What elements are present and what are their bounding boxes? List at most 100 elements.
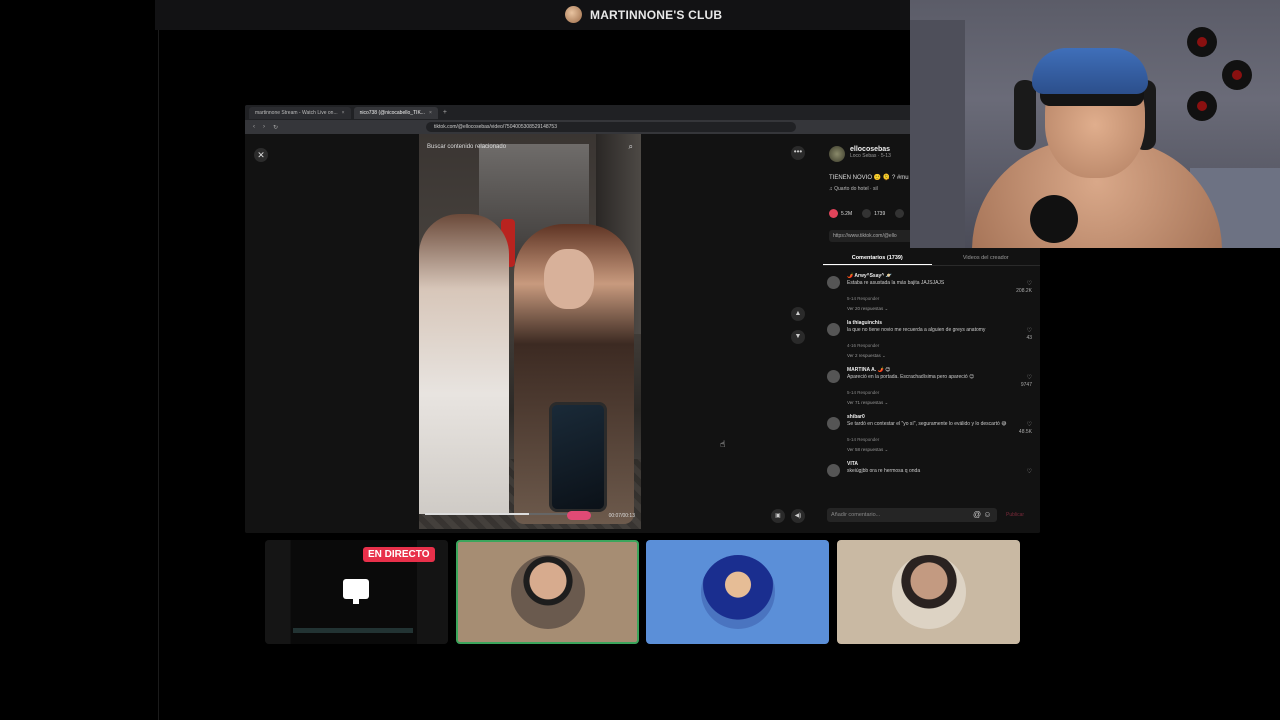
comment-text: skeiúgjbb ora re hermosa q onda (847, 468, 921, 474)
url-field[interactable]: tiktok.com/@ellocosebas/video/7504005308… (426, 122, 797, 132)
participant-tile[interactable] (646, 540, 829, 644)
live-badge: EN DIRECTO (363, 547, 435, 562)
video-person-left (419, 214, 509, 514)
mouse-cursor-icon: ☝ (720, 439, 726, 449)
tab-creator-videos[interactable]: Videos del creador (932, 250, 1041, 265)
microphone-icon (1030, 195, 1078, 243)
video-caption: TIENEN NOVIO 🙂 🫠 ? #mu (829, 175, 909, 181)
comment-avatar[interactable] (827, 276, 840, 289)
avatar (510, 555, 585, 629)
comment-text: Apareció en la portada. Escrachadísima p… (847, 374, 975, 380)
comment-meta[interactable]: 5-14 Responder (847, 437, 879, 442)
comment-text: la que no tiene novio me recuerda a algu… (847, 327, 986, 333)
wall-light (1187, 27, 1217, 57)
webcam-background-door (910, 20, 965, 248)
left-sidebar-strip (0, 0, 155, 720)
creator-avatar[interactable] (829, 146, 845, 162)
heart-outline-icon[interactable]: ♡ (1027, 468, 1032, 475)
server-header: MARTINNONE'S CLUB (155, 0, 910, 30)
video-player[interactable]: Buscar contenido relacionado ⌕ 00:07/00:… (419, 134, 641, 529)
comment-replies[interactable]: Ver 20 respuestas ⌄ (847, 306, 888, 312)
tab-close-icon[interactable]: × (429, 107, 432, 119)
avatar (891, 555, 966, 629)
comment-replies[interactable]: Ver 2 respuestas ⌄ (847, 353, 886, 359)
mention-emoji-icons[interactable]: @ ☺ (973, 510, 992, 519)
chevron-down-icon[interactable]: ▼ (791, 330, 805, 344)
heart-outline-icon[interactable]: ♡ (1027, 280, 1032, 287)
comment-stat[interactable]: 1739 (862, 209, 885, 218)
reload-icon[interactable]: ↻ (273, 124, 278, 131)
comment-item: VITA skeiúgjbb ora re hermosa q onda ♡ (827, 460, 1032, 482)
comment-item: MARTINA A. 🌶️ 😊 Apareció en la portada. … (827, 366, 1032, 413)
video-progress-fill (425, 513, 529, 515)
browser-tab-active[interactable]: nico738 (@nicocabello_TIK... × (353, 106, 438, 119)
comment-item: la thiaguinchis la que no tiene novio me… (827, 319, 1032, 366)
comment-like-count: 48.5K (1018, 429, 1032, 435)
music-label[interactable]: ♫ Quarto do hotel · sil (829, 186, 878, 192)
screen-share-icon-stand (353, 599, 359, 604)
browser-tab[interactable]: martinnone Stream - Watch Live on... × (249, 106, 351, 119)
participant-tile[interactable] (837, 540, 1020, 644)
heart-outline-icon[interactable]: ♡ (1027, 327, 1032, 334)
more-icon[interactable]: ••• (791, 146, 805, 160)
panel-tabs: Comentarios (1739) Videos del creador (823, 250, 1040, 266)
like-stat[interactable]: 5.2M (829, 209, 852, 218)
participant-tile[interactable] (456, 540, 639, 644)
avatar (700, 555, 775, 629)
comment-icon (862, 209, 872, 218)
tab-comments[interactable]: Comentarios (1739) (823, 250, 932, 265)
stream-tile[interactable]: EN DIRECTO (265, 540, 448, 644)
comment-meta[interactable]: 5-14 Responder (847, 390, 879, 395)
comment-count: 1739 (874, 210, 886, 217)
comment-avatar[interactable] (827, 323, 840, 336)
creator-name[interactable]: ellocosebas (850, 146, 891, 153)
video-phone (549, 402, 607, 512)
comment-item: 🌶️ Arwy^Ssay^ 🪐 Estaba re asustada la má… (827, 272, 1032, 319)
server-title[interactable]: MARTINNONE'S CLUB (565, 6, 722, 23)
comment-user[interactable]: 🌶️ Arwy^Ssay^ 🪐 (847, 273, 892, 279)
heart-outline-icon[interactable]: ♡ (1027, 421, 1032, 428)
search-icon[interactable]: ⌕ (629, 142, 633, 152)
video-search-text[interactable]: Buscar contenido relacionado (427, 144, 506, 150)
comment-meta[interactable]: 4-16 Responder (847, 343, 879, 348)
volume-icon[interactable]: ◀) (791, 509, 805, 523)
video-badge (567, 511, 591, 520)
comment-user[interactable]: shibar0 (847, 414, 865, 420)
webcam-person-cap (1032, 48, 1148, 94)
server-avatar (565, 6, 582, 23)
bookmark-icon (895, 209, 905, 218)
comment-meta[interactable]: 5-14 Responder (847, 296, 879, 301)
comment-replies[interactable]: Ver 58 respuestas ⌄ (847, 447, 888, 453)
post-button[interactable]: Publicar (1006, 512, 1024, 518)
video-stats: 5.2M 1739 (829, 209, 907, 218)
heart-outline-icon[interactable]: ♡ (1027, 374, 1032, 381)
like-count: 5.2M (841, 210, 853, 217)
chevron-up-icon[interactable]: ▲ (791, 307, 805, 321)
pip-icon[interactable]: ▣ (771, 509, 785, 523)
comment-like-count: 43 (1026, 335, 1032, 341)
comment-avatar[interactable] (827, 370, 840, 383)
comment-input[interactable]: Añadir comentario... (827, 508, 997, 522)
new-tab-icon[interactable]: + (443, 109, 447, 116)
comment-user[interactable]: la thiaguinchis (847, 320, 882, 326)
comment-text: Se tardó en contestar el "yo sí", segura… (847, 421, 1007, 427)
video-person-face (544, 249, 594, 309)
forward-icon[interactable]: › (263, 124, 265, 130)
creator-sub: Loco Sebas · 5-13 (850, 153, 891, 159)
comment-avatar[interactable] (827, 417, 840, 430)
comment-text: Estaba re asustada la más bajita JAJSJAJ… (847, 280, 945, 286)
comment-avatar[interactable] (827, 464, 840, 477)
tab-close-icon[interactable]: × (342, 107, 345, 119)
close-icon[interactable]: ✕ (254, 148, 268, 162)
comment-user[interactable]: MARTINA A. 🌶️ 😊 (847, 367, 890, 373)
creator-info[interactable]: ellocosebas Loco Sebas · 5-13 (829, 146, 891, 162)
webcam-overlay (910, 0, 1280, 248)
wall-light (1222, 60, 1252, 90)
back-icon[interactable]: ‹ (253, 124, 255, 130)
comment-replies[interactable]: Ver 71 respuestas ⌄ (847, 400, 888, 406)
headset-icon (1014, 80, 1036, 150)
comment-item: shibar0 Se tardó en contestar el "yo sí"… (827, 413, 1032, 460)
comment-user[interactable]: VITA (847, 461, 858, 467)
save-stat[interactable] (895, 209, 907, 218)
video-progress-bar[interactable] (425, 513, 590, 515)
